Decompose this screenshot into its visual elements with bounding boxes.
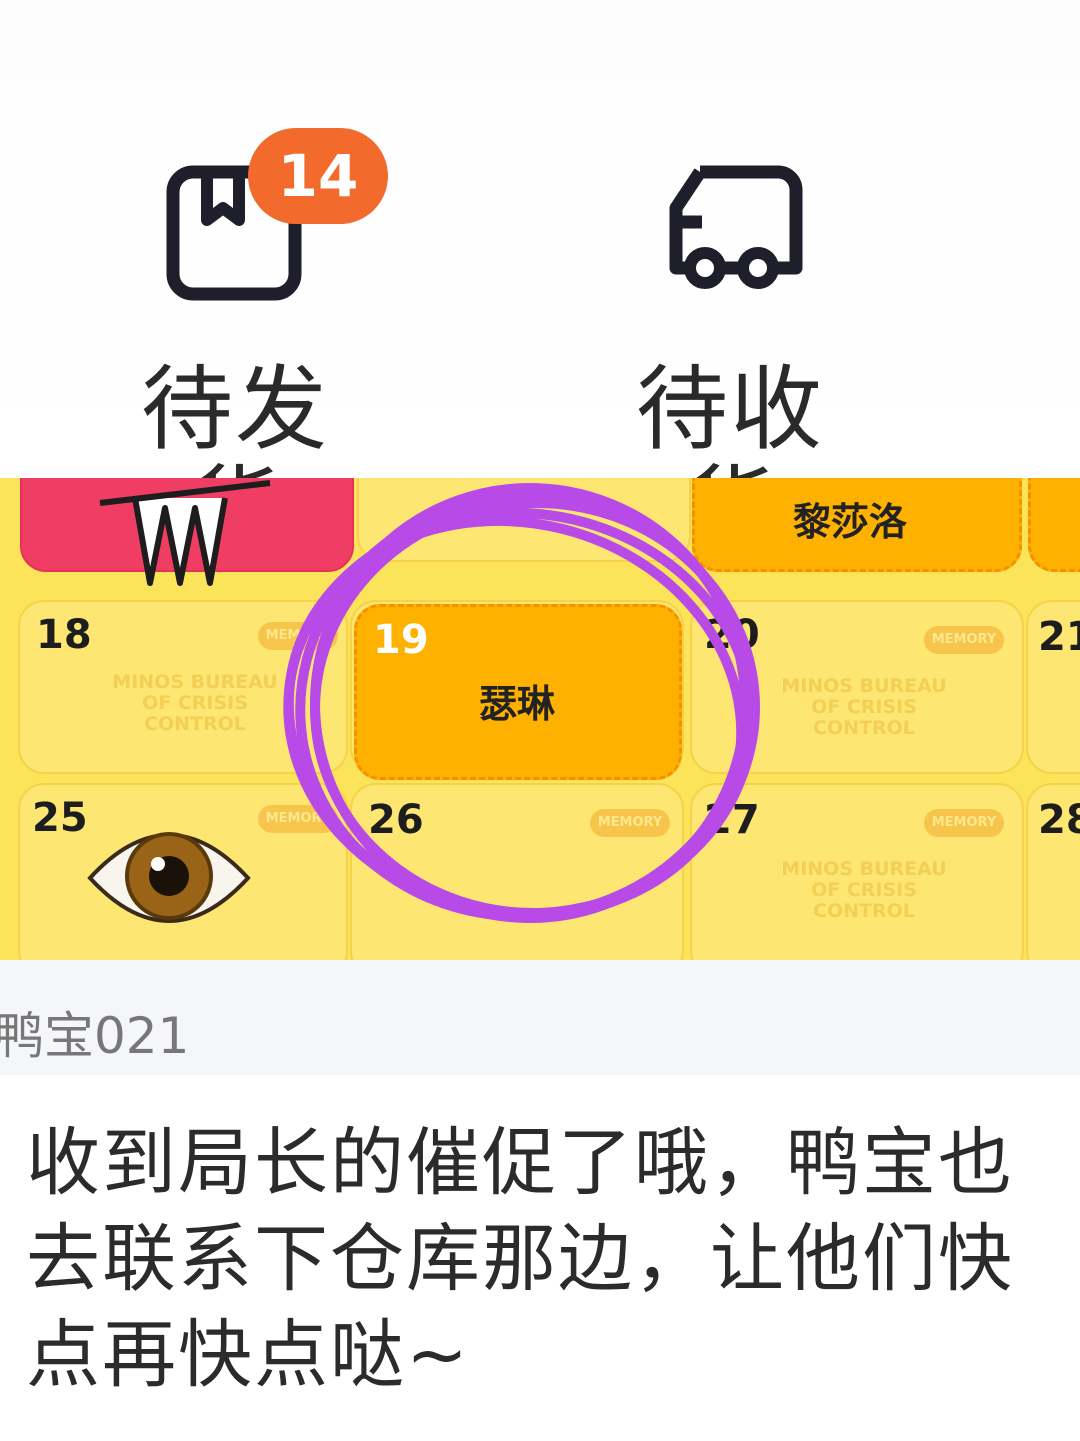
- author-bar: 鸭宝021: [0, 960, 1080, 1075]
- pending-shipment-button[interactable]: 14 待发货: [95, 128, 388, 560]
- author-name[interactable]: 鸭宝021: [0, 996, 189, 1068]
- order-status-bar: 14 待发货 待收货: [0, 0, 1080, 560]
- purple-circle-scribble: [283, 483, 760, 923]
- pending-receipt-button[interactable]: 待收货: [590, 150, 870, 560]
- message-card: 收到局长的催促了哦，鸭宝也去联系下仓库那边，让他们快点再快点哒~: [0, 1075, 1080, 1441]
- message-text: 收到局长的催促了哦，鸭宝也去联系下仓库那边，让他们快点再快点哒~: [26, 1120, 1014, 1398]
- calendar-image: 黎莎洛 18 MEMORY MINOS BUREAU OF CRISIS CON…: [0, 478, 1080, 960]
- truck-icon: [669, 165, 803, 289]
- pending-shipment-badge: 14: [248, 128, 388, 224]
